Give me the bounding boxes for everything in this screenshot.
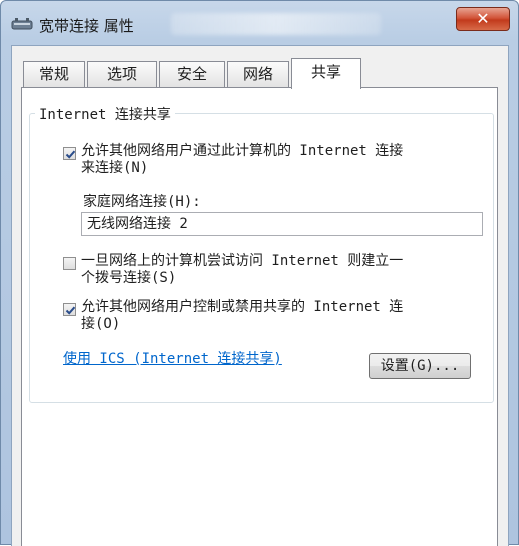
allow-control-label-line2: 接(O) [81, 316, 121, 332]
tab-general[interactable]: 常规 [23, 61, 85, 87]
ics-group-label: Internet 连接共享 [35, 104, 175, 124]
checkmark-icon [65, 150, 76, 159]
allow-connect-checkbox[interactable] [63, 147, 76, 160]
tab-options[interactable]: 选项 [87, 61, 157, 87]
allow-control-label-line1: 允许其他网络用户控制或禁用共享的 Internet 连 [81, 299, 404, 315]
home-network-label: 家庭网络连接(H): [83, 194, 201, 210]
settings-button[interactable]: 设置(G)... [369, 353, 471, 379]
tab-sharing[interactable]: 共享 [291, 58, 361, 89]
tab-security[interactable]: 安全 [159, 61, 225, 87]
title-bar[interactable]: 宽带连接 属性 ✕ [1, 1, 519, 45]
close-button[interactable]: ✕ [456, 7, 510, 31]
title-blurred-region [171, 13, 381, 35]
tab-networking[interactable]: 网络 [227, 61, 289, 87]
dial-on-demand-checkbox[interactable] [63, 257, 76, 270]
checkmark-icon [65, 306, 76, 315]
allow-connect-label-line1: 允许其他网络用户通过此计算机的 Internet 连接 [81, 143, 404, 159]
dial-on-demand-label-line1: 一旦网络上的计算机尝试访问 Internet 则建立一 [81, 253, 404, 269]
allow-connect-label-line2: 来连接(N) [81, 160, 149, 176]
home-network-select[interactable]: 无线网络连接 2 [81, 212, 483, 236]
properties-window: 宽带连接 属性 ✕ 常规 选项 安全 网络 共享 Internet 连接共享 允… [0, 0, 519, 546]
window-title: 宽带连接 属性 [39, 17, 134, 35]
allow-control-checkbox[interactable] [63, 303, 76, 316]
dial-on-demand-label-line2: 个拨号连接(S) [81, 270, 177, 286]
network-connection-icon [11, 17, 33, 31]
ics-help-link[interactable]: 使用 ICS (Internet 连接共享) [63, 348, 282, 368]
